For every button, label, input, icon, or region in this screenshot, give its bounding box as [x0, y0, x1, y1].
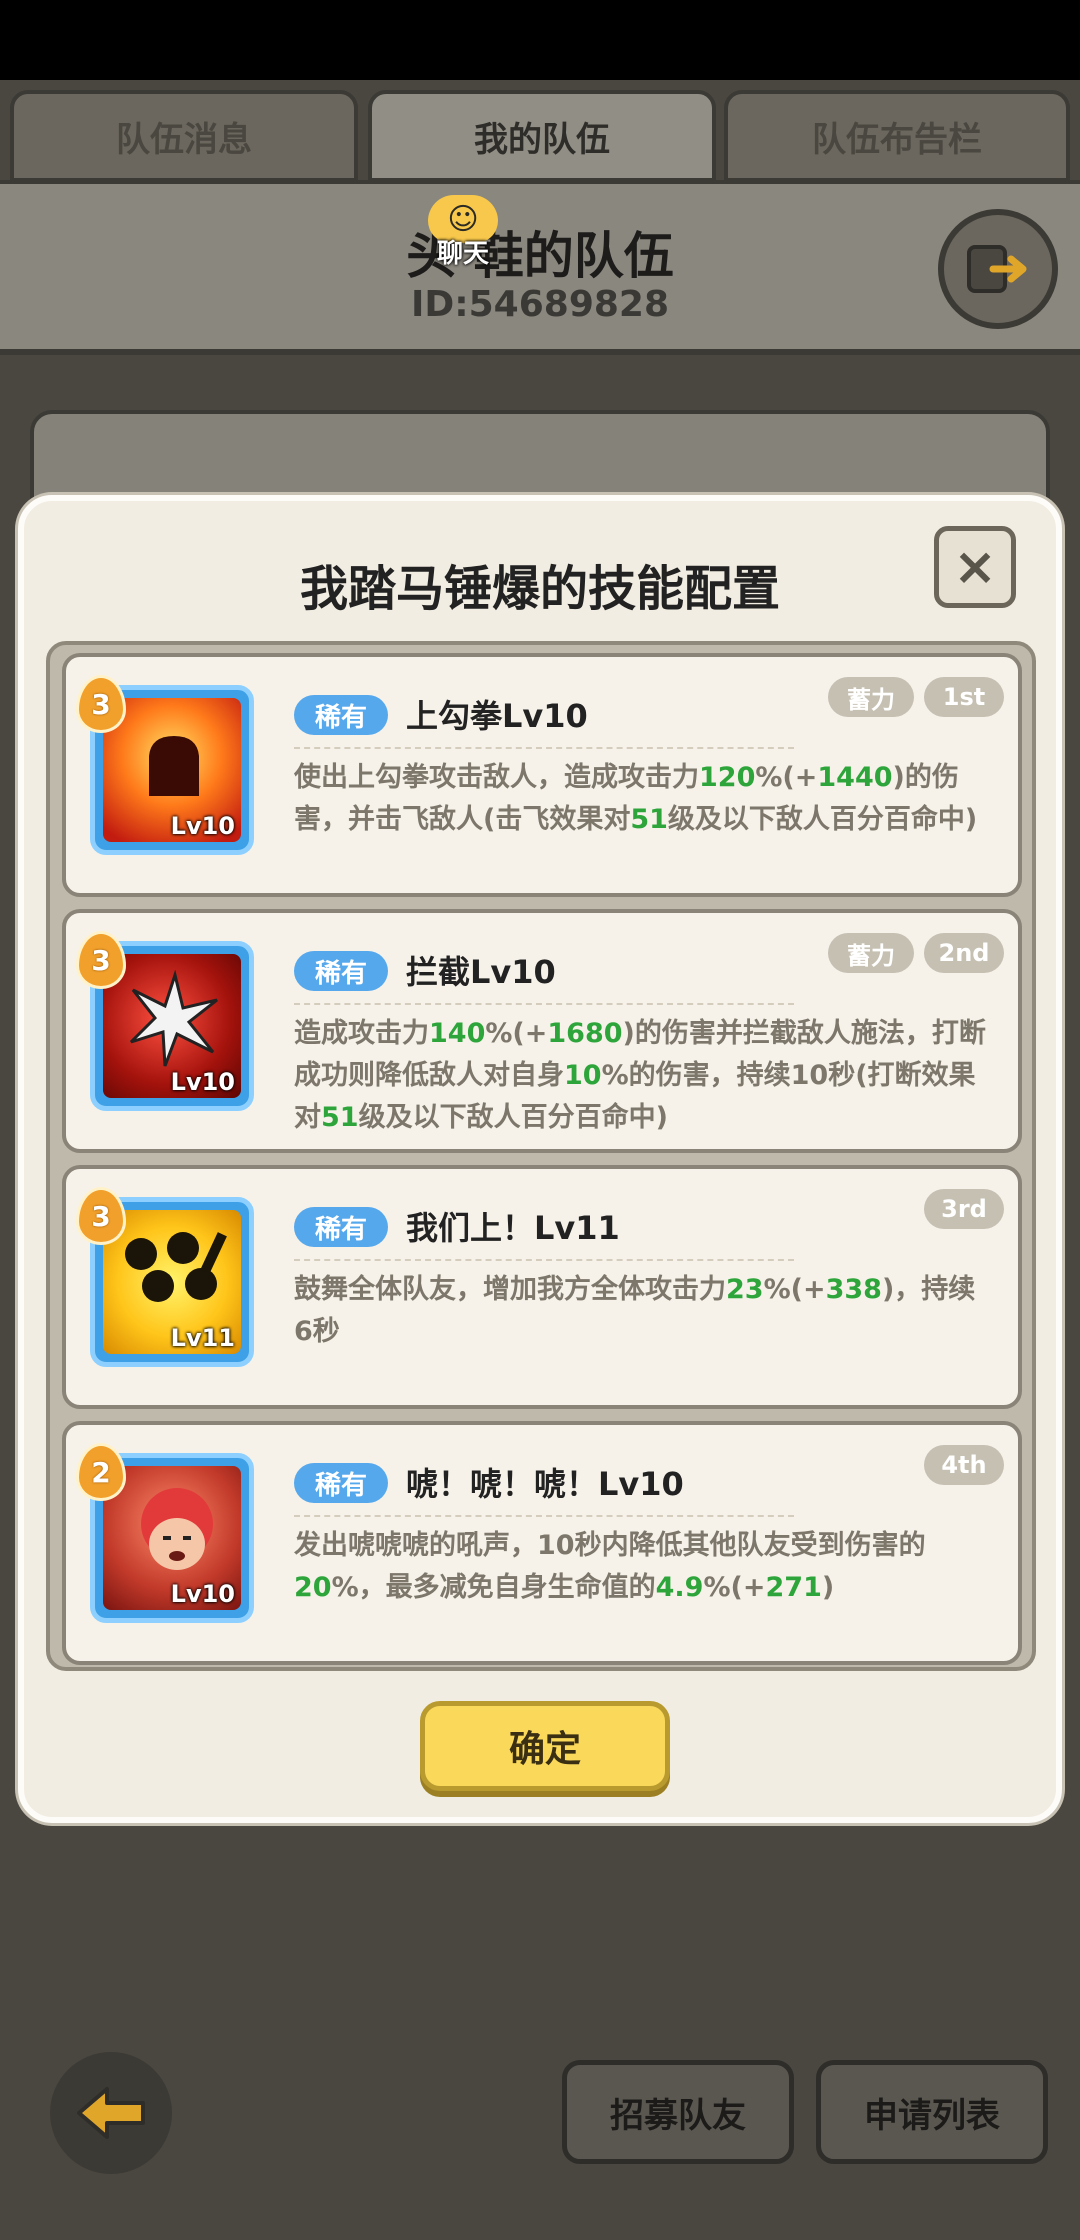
divider	[294, 1003, 794, 1005]
status-bar	[0, 0, 1080, 80]
skill-card[interactable]: Lv10 2 稀有 唬！唬！唬！Lv10 4th 发出唬唬唬的吼声，10秒内降低…	[62, 1421, 1022, 1665]
skill-star-badge: 3	[76, 1187, 126, 1245]
rarity-tag: 稀有	[294, 1463, 388, 1503]
skill-order-tag: 4th	[924, 1445, 1004, 1485]
skill-card[interactable]: Lv11 3 稀有 我们上！Lv11 3rd 鼓舞全体队友，增加我方全体攻击力2…	[62, 1165, 1022, 1409]
exit-team-button[interactable]	[938, 209, 1058, 329]
team-header: 头 鞋的队伍 ID:54689828	[0, 180, 1080, 355]
back-button[interactable]	[50, 2052, 172, 2174]
confirm-button[interactable]: 确定	[420, 1701, 670, 1791]
skill-name: 拦截Lv10	[406, 953, 556, 991]
skill-name: 唬！唬！唬！Lv10	[406, 1465, 684, 1503]
skill-order-tag: 3rd	[924, 1189, 1004, 1229]
crowd-icon	[125, 1232, 227, 1302]
dialog-title: 我踏马锤爆的技能配置	[299, 561, 780, 617]
chat-button[interactable]: ☺ 聊天	[418, 195, 508, 270]
application-list-button[interactable]: 申请列表	[816, 2060, 1048, 2164]
rarity-tag: 稀有	[294, 695, 388, 735]
skill-name: 上勾拳Lv10	[406, 697, 588, 735]
warrior-face-icon	[141, 1488, 213, 1570]
skill-order-tag: 1st	[924, 677, 1004, 717]
skill-icon-level: Lv10	[170, 1068, 235, 1096]
skill-star-badge: 3	[76, 675, 126, 733]
fist-icon	[149, 736, 199, 796]
skill-star-badge: 3	[76, 931, 126, 989]
skill-star-badge: 2	[76, 1443, 126, 1501]
skill-type-tag: 蓄力	[828, 677, 914, 717]
skill-card[interactable]: Lv10 3 稀有 上勾拳Lv10 蓄力 1st 使出上勾拳攻击敌人，造成攻击力…	[62, 653, 1022, 897]
back-arrow-icon	[77, 2087, 145, 2139]
skill-icon-level: Lv11	[170, 1324, 235, 1352]
divider	[294, 1515, 794, 1517]
skill-description: 造成攻击力140%(+1680)的伤害并拦截敌人施法，打断成功则降低敌人对自身1…	[294, 1018, 986, 1133]
tab-my-team[interactable]: 我的队伍	[368, 90, 716, 182]
recruit-members-button[interactable]: 招募队友	[562, 2060, 794, 2164]
rarity-tag: 稀有	[294, 1207, 388, 1247]
skill-name: 我们上！Lv11	[406, 1209, 620, 1247]
skill-icon-level: Lv10	[170, 812, 235, 840]
skill-icon-level: Lv10	[170, 1580, 235, 1608]
skill-description: 使出上勾拳攻击敌人，造成攻击力120%(+1440)的伤害，并击飞敌人(击飞效果…	[294, 762, 978, 835]
skill-type-tag: 蓄力	[828, 933, 914, 973]
skill-card[interactable]: Lv10 3 稀有 拦截Lv10 蓄力 2nd 造成攻击力140%(+1680)…	[62, 909, 1022, 1153]
exit-icon	[967, 245, 1027, 293]
divider	[294, 1259, 794, 1261]
team-name: 头 鞋的队伍	[406, 227, 674, 285]
tab-team-bulletin[interactable]: 队伍布告栏	[724, 90, 1070, 182]
burst-icon	[129, 970, 218, 1067]
skill-description: 发出唬唬唬的吼声，10秒内降低其他队友受到伤害的20%，最多减免自身生命值的4.…	[294, 1530, 926, 1603]
skill-order-tag: 2nd	[924, 933, 1004, 973]
divider	[294, 747, 794, 749]
team-id: ID:54689828	[410, 284, 670, 325]
rarity-tag: 稀有	[294, 951, 388, 991]
skill-list: Lv10 3 稀有 上勾拳Lv10 蓄力 1st 使出上勾拳攻击敌人，造成攻击力…	[46, 641, 1036, 1671]
tab-bar: 队伍消息 我的队伍 队伍布告栏	[10, 90, 1070, 182]
tab-team-messages[interactable]: 队伍消息	[10, 90, 358, 182]
chat-label: 聊天	[436, 239, 489, 269]
skill-description: 鼓舞全体队友，增加我方全体攻击力23%(+338)，持续6秒	[294, 1274, 976, 1347]
skill-config-dialog: 我踏马锤爆的技能配置 × Lv10 3 稀有 上勾拳Lv10 蓄力 1st 使出…	[18, 495, 1062, 1823]
close-button[interactable]: ×	[934, 526, 1016, 608]
